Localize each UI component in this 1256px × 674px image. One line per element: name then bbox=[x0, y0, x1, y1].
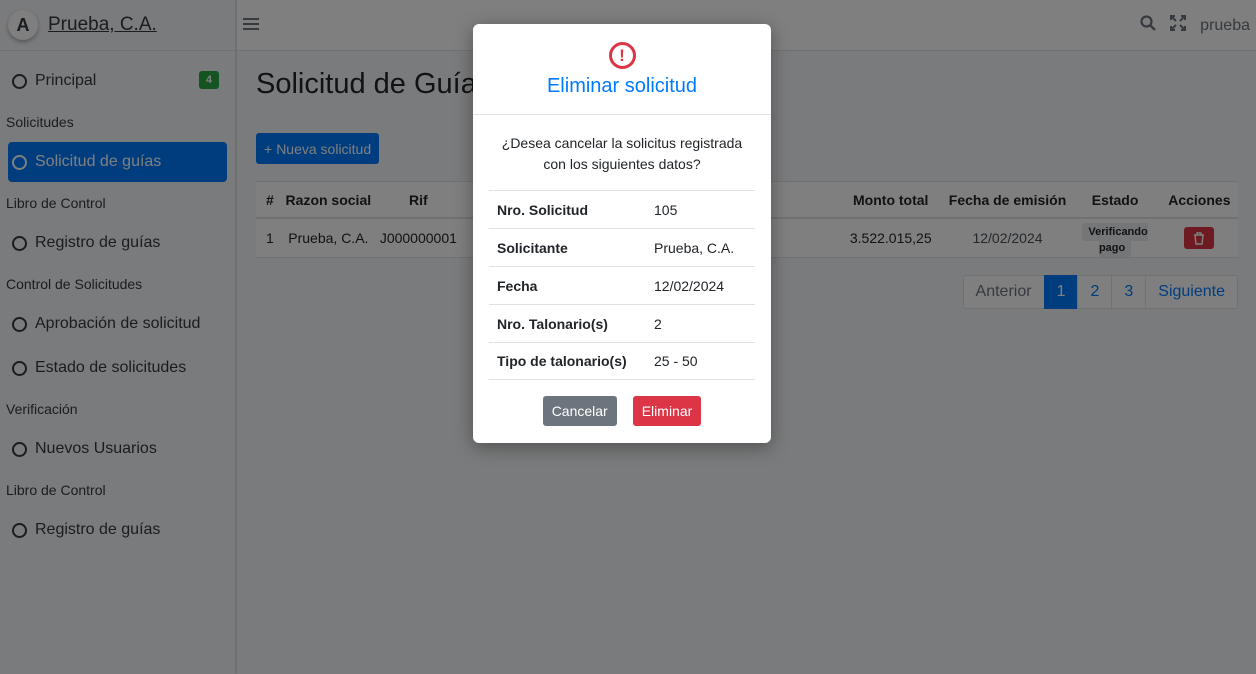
detail-label: Tipo de talonario(s) bbox=[497, 353, 627, 369]
cancel-button[interactable]: Cancelar bbox=[542, 396, 617, 426]
dialog-title: Eliminar solicitud bbox=[546, 75, 698, 97]
detail-label: Nro. Talonario(s) bbox=[497, 315, 608, 332]
detail-label: Solicitante bbox=[497, 239, 568, 256]
delete-dialog: ! Eliminar solicitud ¿Desea cancelar la … bbox=[473, 24, 771, 443]
detail-row: Solicitante Prueba, C.A. bbox=[489, 228, 755, 266]
dialog-message: ¿Desea cancelar la solicitus registrada … bbox=[501, 135, 743, 172]
detail-value: 12/02/2024 bbox=[654, 277, 725, 294]
exclamation-circle-icon: ! bbox=[608, 42, 636, 69]
detail-value: Prueba, C.A. bbox=[654, 239, 735, 256]
detail-value: 105 bbox=[654, 201, 678, 218]
detail-value: 2 bbox=[654, 315, 662, 332]
detail-row: Tipo de talonario(s) 25 - 50 bbox=[489, 342, 755, 380]
detail-row: Nro. Talonario(s) 2 bbox=[489, 304, 755, 342]
detail-row: Nro. Solicitud 105 bbox=[489, 190, 755, 228]
dialog-actions: Cancelar Eliminar bbox=[473, 396, 771, 426]
delete-button[interactable]: Eliminar bbox=[632, 396, 702, 426]
detail-row: Fecha 12/02/2024 bbox=[489, 266, 755, 304]
detail-label: Nro. Solicitud bbox=[497, 201, 588, 218]
detail-label: Fecha bbox=[497, 277, 538, 294]
dialog-header: ! Eliminar solicitud bbox=[473, 24, 771, 115]
detail-value: 25 - 50 bbox=[654, 353, 698, 369]
request-details: Nro. Solicitud 105 Solicitante Prueba, C… bbox=[489, 190, 755, 380]
